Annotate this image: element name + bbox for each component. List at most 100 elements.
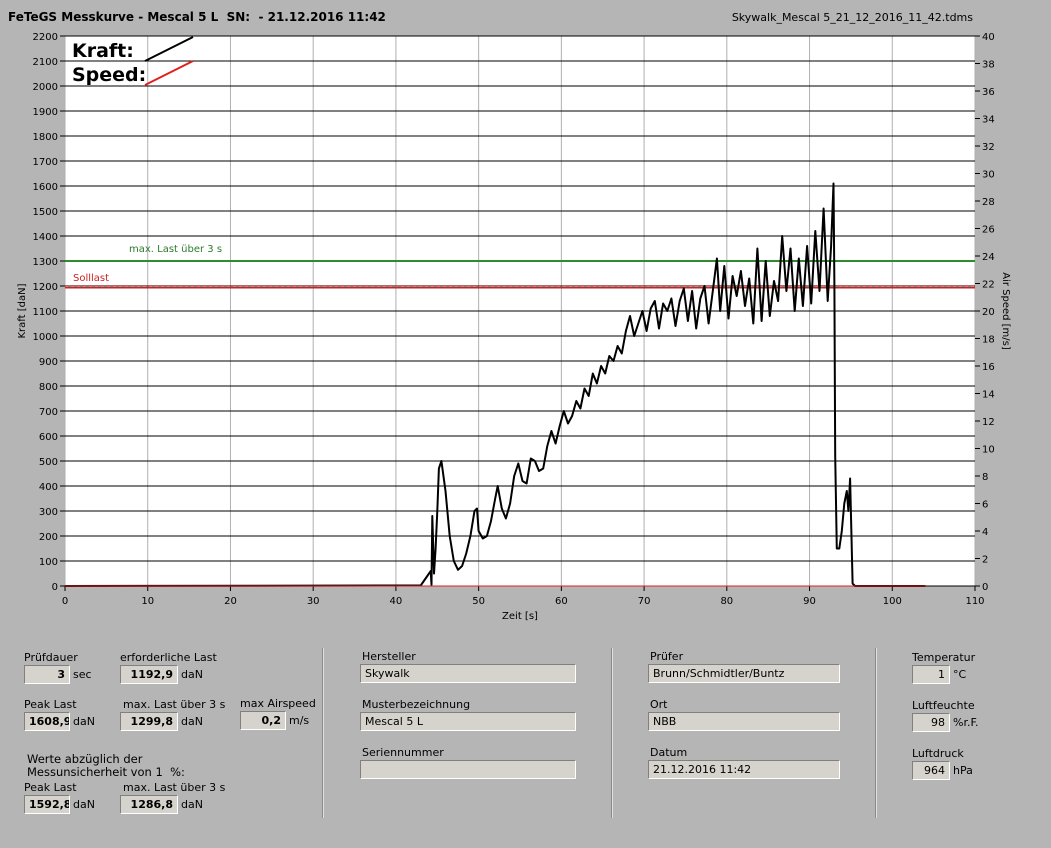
- y-tick-label: 0: [52, 582, 58, 593]
- peak-last-value: 1608,9: [24, 712, 70, 731]
- max-last-value: 1299,8: [120, 712, 178, 731]
- y-tick-label: 1700: [33, 157, 58, 168]
- luftfeuchte-label: Luftfeuchte: [912, 699, 975, 712]
- divider: [875, 648, 877, 818]
- max-last-2-value: 1286,8: [120, 795, 178, 814]
- y-tick-label: 100: [39, 557, 58, 568]
- y2-tick-label: 32: [982, 142, 995, 153]
- max-airspeed-value: 0,2: [240, 711, 286, 730]
- y2-tick-label: 4: [982, 527, 988, 538]
- y-tick-label: 2100: [33, 57, 58, 68]
- y2-tick-label: 16: [982, 362, 995, 373]
- y2-tick-label: 0: [982, 582, 988, 593]
- x-tick-label: 100: [883, 596, 902, 607]
- erforderliche-last-label: erforderliche Last: [120, 651, 217, 664]
- datum-field: 21.12.2016 11:42: [648, 760, 840, 779]
- y-tick-label: 900: [39, 357, 58, 368]
- y2-tick-label: 8: [982, 472, 988, 483]
- y-tick-label: 2200: [33, 32, 58, 43]
- ort-field: NBB: [648, 712, 840, 731]
- ort-label: Ort: [650, 698, 668, 711]
- seriennummer-field: [360, 760, 576, 779]
- peak-last-unit: daN: [73, 715, 95, 728]
- temperatur-unit: °C: [953, 668, 967, 681]
- y2-tick-label: 28: [982, 197, 995, 208]
- x-tick-label: 0: [62, 596, 68, 607]
- max-last-line-label: max. Last über 3 s: [129, 244, 222, 255]
- y2-tick-label: 2: [982, 555, 988, 566]
- legend-label-kraft: Kraft:: [72, 40, 134, 62]
- luftdruck-value: 964: [912, 761, 950, 780]
- y-tick-label: 2000: [33, 82, 58, 93]
- y2-tick-label: 18: [982, 335, 995, 346]
- temperatur-value: 1: [912, 665, 950, 684]
- y-tick-label: 600: [39, 432, 58, 443]
- y-tick-label: 1500: [33, 207, 58, 218]
- divider: [322, 648, 324, 818]
- peak-last-2-value: 1592,8: [24, 795, 70, 814]
- x-tick-label: 20: [224, 596, 237, 607]
- x-tick-label: 10: [141, 596, 154, 607]
- erforderliche-last-value: 1192,9: [120, 665, 178, 684]
- y-tick-label: 200: [39, 532, 58, 543]
- y-tick-label: 500: [39, 457, 58, 468]
- solllast-line-label: Solllast: [73, 273, 109, 284]
- y2-tick-label: 40: [982, 32, 995, 43]
- y2-axis-label: Air Speed [m/s]: [1000, 272, 1011, 350]
- x-axis-label: Zeit [s]: [502, 611, 538, 622]
- luftfeuchte-unit: %r.F.: [953, 716, 979, 729]
- y2-tick-label: 34: [982, 115, 995, 126]
- max-airspeed-label: max Airspeed: [240, 697, 316, 710]
- y2-tick-label: 24: [982, 252, 995, 263]
- y2-tick-label: 30: [982, 170, 995, 181]
- musterbezeichnung-label: Musterbezeichnung: [362, 698, 471, 711]
- y2-tick-label: 10: [982, 445, 995, 456]
- peak-last-2-unit: daN: [73, 798, 95, 811]
- y2-tick-label: 14: [982, 390, 995, 401]
- y-tick-label: 700: [39, 407, 58, 418]
- temperatur-label: Temperatur: [912, 651, 976, 664]
- max-last-unit: daN: [181, 715, 203, 728]
- chart: 0 10 20 30 40 50 60 70 80 90 100 110010020030040050…: [17, 32, 1011, 622]
- x-tick-label: 70: [638, 596, 651, 607]
- y-tick-label: 1300: [33, 257, 58, 268]
- y2-tick-label: 38: [982, 60, 995, 71]
- x-tick-label: 40: [390, 596, 403, 607]
- luftdruck-label: Luftdruck: [912, 747, 964, 760]
- werte-note: Werte abzüglich der Messunsicherheit von…: [27, 752, 185, 779]
- x-tick-label: 90: [803, 596, 816, 607]
- luftdruck-unit: hPa: [953, 764, 973, 777]
- x-tick-label: 60: [555, 596, 568, 607]
- erforderliche-last-unit: daN: [181, 668, 203, 681]
- y2-tick-label: 22: [982, 280, 995, 291]
- y-tick-label: 1800: [33, 132, 58, 143]
- luftfeuchte-value: 98: [912, 713, 950, 732]
- y-tick-label: 1600: [33, 182, 58, 193]
- pruefer-field: Brunn/Schmidtler/Buntz: [648, 664, 840, 683]
- y-tick-label: 1000: [33, 332, 58, 343]
- pruefdauer-label: Prüfdauer: [24, 651, 78, 664]
- y2-tick-label: 20: [982, 307, 995, 318]
- y-tick-label: 1200: [33, 282, 58, 293]
- max-airspeed-unit: m/s: [289, 714, 310, 727]
- y2-tick-label: 36: [982, 87, 995, 98]
- x-tick-label: 50: [472, 596, 485, 607]
- peak-last-label: Peak Last: [24, 698, 77, 711]
- y2-tick-label: 6: [982, 500, 988, 511]
- legend-label-speed: Speed:: [72, 64, 146, 86]
- max-last-label: max. Last über 3 s: [123, 698, 226, 711]
- pruefer-label: Prüfer: [650, 650, 684, 663]
- max-last-2-label: max. Last über 3 s: [123, 781, 226, 794]
- pruefdauer-unit: sec: [73, 668, 92, 681]
- y2-tick-label: 26: [982, 225, 995, 236]
- pruefdauer-value: 3: [24, 665, 70, 684]
- hersteller-label: Hersteller: [362, 650, 416, 663]
- x-tick-label: 30: [307, 596, 320, 607]
- datum-label: Datum: [650, 746, 688, 759]
- y-tick-label: 1900: [33, 107, 58, 118]
- y-axis-label: Kraft [daN]: [17, 283, 28, 338]
- y-tick-label: 800: [39, 382, 58, 393]
- divider: [611, 648, 613, 818]
- peak-last-2-label: Peak Last: [24, 781, 77, 794]
- seriennummer-label: Seriennummer: [362, 746, 444, 759]
